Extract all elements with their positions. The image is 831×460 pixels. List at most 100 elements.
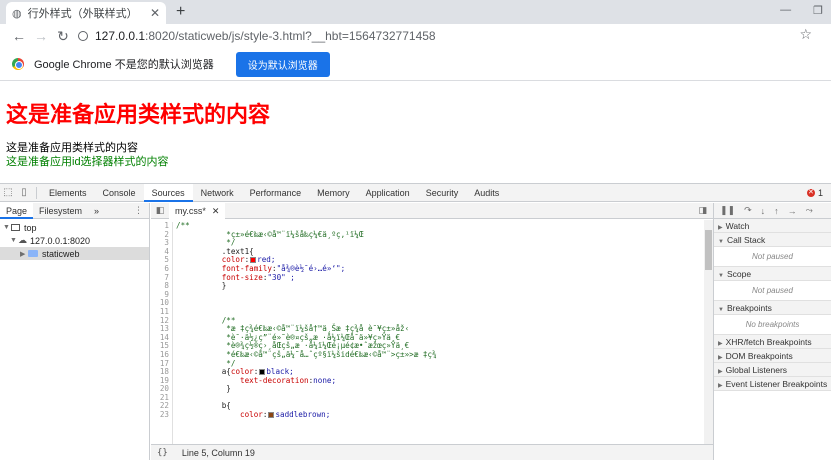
url-path: :8020/staticweb/js/style-3.html?__hbt=15… [145,29,436,43]
css-property: font-size [221,272,263,282]
cloud-icon: ☁ [18,235,27,245]
minimize-icon[interactable]: — [780,4,791,17]
default-browser-infobar: Google Chrome 不是您的默认浏览器 设为默认浏览器 [0,48,831,81]
editor-file-tab[interactable]: my.css* ✕ [169,202,226,219]
editor-status-bar: {} Line 5, Column 19 [151,444,713,460]
restore-icon[interactable]: ❐ [813,4,823,17]
tab-elements[interactable]: Elements [41,184,95,202]
bookmark-star-icon[interactable]: ☆ [799,26,812,43]
step-over-icon[interactable]: ↷ [744,205,752,216]
tab-network[interactable]: Network [193,184,242,202]
info-icon[interactable] [78,31,88,41]
tab-page[interactable]: Page [0,202,34,219]
close-file-icon[interactable]: ✕ [212,203,220,219]
color-swatch-red[interactable] [250,257,257,264]
set-default-browser-button[interactable]: 设为默认浏览器 [235,51,330,77]
expand-arrow-icon: ▼ [3,224,10,231]
browser-toolbar: ← → ↻ 127.0.0.1:8020/staticweb/js/style-… [0,24,831,48]
toggle-debugger-icon[interactable]: ◨ [698,205,707,216]
collapsed-arrow-icon: ▶ [718,369,723,375]
pane-watch[interactable]: ▶ Watch [714,219,831,233]
tab-sources[interactable]: Sources [143,183,193,202]
tree-item-host[interactable]: ▼ ☁ 127.0.0.1:8020 [0,234,149,247]
collapsed-arrow-icon: ▶ [718,355,723,361]
inspect-element-icon[interactable]: ⬚ [0,184,16,202]
toggle-navigator-icon[interactable]: ◧ [151,205,169,216]
toolbar-divider [36,186,37,199]
color-swatch-saddlebrown[interactable] [268,412,275,419]
pane-title: DOM Breakpoints [725,351,793,361]
pane-call-stack[interactable]: ▼ Call Stack [714,233,831,247]
breakpoints-status: No breakpoints [714,315,831,335]
pane-title: Call Stack [726,235,766,245]
line-number[interactable]: 23 [151,410,172,420]
css-property: text-decoration [240,375,309,385]
pane-title: Scope [726,269,752,279]
page-heading: 这是准备应用类样式的内容 [6,103,271,128]
pane-scope[interactable]: ▼ Scope [714,267,831,281]
pane-dom-breakpoints[interactable]: ▶ DOM Breakpoints [714,349,831,363]
device-toolbar-icon[interactable]: ▯ [16,184,32,202]
devtools-tab-bar: ⬚ ▯ Elements Console Sources Network Per… [0,183,831,202]
editor-scrollbar[interactable] [704,220,713,444]
tab-performance[interactable]: Performance [242,184,310,202]
expanded-arrow-icon: ▼ [718,239,724,245]
scope-status: Not paused [714,281,831,301]
new-tab-icon[interactable]: + [176,3,185,21]
color-swatch-black[interactable] [259,369,266,376]
chrome-logo-icon [12,58,24,70]
pane-title: Event Listener Breakpoints [725,379,828,389]
step-icon[interactable]: → [788,206,797,216]
address-bar[interactable]: 127.0.0.1:8020/staticweb/js/style-3.html… [78,26,818,46]
pause-icon[interactable]: ❚❚ [720,205,735,216]
error-counter[interactable]: ✕ 1 [806,188,823,198]
forward-icon[interactable]: → [30,28,52,44]
tab-title: 行外样式（外联样式） [27,8,138,20]
pane-title: Watch [725,221,750,231]
deactivate-breakpoints-icon[interactable]: ⤳ [806,205,813,216]
code-area[interactable]: 1 2 3 4 5 6 7 8 9 10 11 12 13 14 15 16 17 18 19 20 21 22 23 /*… [151,220,713,444]
id-styled-paragraph: 这是准备应用id选择器样式的内容 [6,156,169,168]
expand-arrow-icon: ▼ [10,237,17,244]
browser-tab[interactable]: ◍ 行外样式（外联样式） ✕ [6,2,166,24]
css-value: "30" ; [267,272,295,282]
tab-audits[interactable]: Audits [466,184,507,202]
expanded-arrow-icon: ▼ [718,307,724,313]
line-number-gutter: 1 2 3 4 5 6 7 8 9 10 11 12 13 14 15 16 17 18 19 20 21 22 23 [151,221,173,444]
navigator-menu-icon[interactable]: ⋮ [134,205,143,216]
error-icon: ✕ [806,188,815,197]
pane-breakpoints[interactable]: ▼ Breakpoints [714,301,831,315]
pane-xhr-breakpoints[interactable]: ▶ XHR/fetch Breakpoints [714,335,831,349]
tab-memory[interactable]: Memory [309,184,358,202]
back-icon[interactable]: ← [8,28,30,44]
url-host: 127.0.0.1 [95,29,146,43]
more-tabs-icon[interactable]: » [88,203,105,219]
debugger-toolbar: ❚❚ ↷ ↓ ↑ → ⤳ [714,203,831,219]
tree-item-staticweb[interactable]: ▶ staticweb [0,247,149,260]
scrollbar-thumb[interactable] [705,230,712,270]
tree-label-folder: staticweb [42,248,80,259]
sources-navigator: Page Filesystem » ⋮ ▼ top ▼ ☁ 127.0.0.1:… [0,202,150,460]
tab-console[interactable]: Console [95,184,144,202]
file-tab-name: my.css* [175,205,206,216]
tab-filesystem[interactable]: Filesystem [33,203,88,219]
tab-security[interactable]: Security [418,184,467,202]
tree-label-host: 127.0.0.1:8020 [30,235,91,246]
step-out-icon[interactable]: ↑ [774,206,779,216]
devtools-panel: ⬚ ▯ Elements Console Sources Network Per… [0,183,831,460]
step-into-icon[interactable]: ↓ [761,206,766,216]
css-value: none; [313,375,337,385]
page-viewport: 这是准备应用类样式的内容 这是准备应用类样式的内容 这是准备应用id选择器样式的… [0,82,831,182]
collapsed-arrow-icon: ▶ [718,225,723,231]
folder-icon [28,250,38,257]
reload-icon[interactable]: ↻ [52,28,74,45]
tree-item-top[interactable]: ▼ top [0,221,149,234]
tab-application[interactable]: Application [358,184,418,202]
tab-strip: ◍ 行外样式（外联样式） ✕ + — ❐ [0,0,831,24]
close-tab-icon[interactable]: ✕ [150,6,160,20]
pane-global-listeners[interactable]: ▶ Global Listeners [714,363,831,377]
pretty-print-icon[interactable]: {} [157,448,168,458]
pane-event-listener-breakpoints[interactable]: ▶ Event Listener Breakpoints [714,377,831,391]
css-property: color [240,410,263,420]
